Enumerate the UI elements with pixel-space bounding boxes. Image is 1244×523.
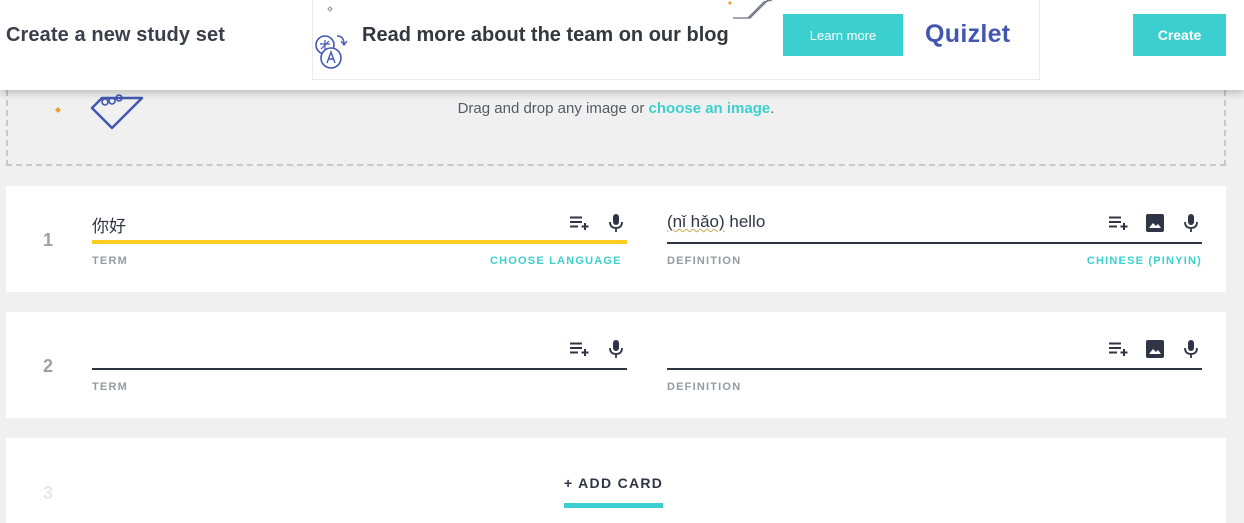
add-list-icon[interactable] bbox=[1108, 338, 1130, 360]
term-input[interactable] bbox=[92, 332, 627, 370]
card-number: 3 bbox=[43, 483, 54, 503]
definition-label: DEFINITION bbox=[667, 255, 742, 267]
microphone-icon[interactable] bbox=[605, 338, 627, 360]
create-button[interactable]: Create bbox=[1133, 14, 1226, 56]
drop-suffix: . bbox=[770, 100, 775, 117]
choose-image-link[interactable]: choose an image bbox=[649, 100, 771, 117]
banner-text: Read more about the team on our blog bbox=[362, 24, 729, 46]
page-title: Create a new study set bbox=[6, 24, 225, 46]
card-number: 1 bbox=[43, 230, 54, 250]
definition-text: hello bbox=[724, 212, 766, 231]
drop-text: Drag and drop any image or bbox=[457, 100, 645, 117]
definition-label: DEFINITION bbox=[667, 381, 742, 393]
drop-instructions: Drag and drop any image or choose an ima… bbox=[8, 100, 1224, 117]
microphone-icon[interactable] bbox=[1180, 212, 1202, 234]
image-icon[interactable] bbox=[1144, 212, 1166, 234]
translate-illustration-icon bbox=[315, 6, 348, 69]
add-list-icon[interactable] bbox=[569, 212, 591, 234]
definition-input[interactable] bbox=[667, 332, 1202, 370]
add-list-icon[interactable] bbox=[1108, 212, 1130, 234]
term-tools bbox=[569, 338, 627, 360]
learn-more-button[interactable]: Learn more bbox=[783, 14, 903, 56]
choose-language-link[interactable]: CHOOSE LANGUAGE bbox=[490, 255, 622, 267]
definition-value: (nǐ hǎo) hello bbox=[667, 212, 765, 232]
microphone-icon[interactable] bbox=[605, 212, 627, 234]
definition-tools bbox=[1108, 338, 1202, 360]
add-card-row: 3 + ADD CARD bbox=[6, 438, 1226, 523]
term-input[interactable]: 你好 bbox=[92, 206, 627, 244]
definition-input[interactable]: (nǐ hǎo) hello bbox=[667, 206, 1202, 244]
term-label: TERM bbox=[92, 255, 128, 267]
microphone-icon[interactable] bbox=[1180, 338, 1202, 360]
add-card-button[interactable]: + ADD CARD bbox=[564, 475, 664, 508]
term-tools bbox=[569, 212, 627, 234]
add-list-icon[interactable] bbox=[569, 338, 591, 360]
promo-banner: Read more about the team on our blog Lea… bbox=[312, 0, 1040, 80]
flashcard-2: 2 TERM DEFINITION bbox=[6, 312, 1226, 418]
definition-tools bbox=[1108, 212, 1202, 234]
definition-pinyin: (nǐ hǎo) bbox=[667, 212, 725, 231]
term-value: 你好 bbox=[92, 217, 126, 236]
term-label: TERM bbox=[92, 381, 128, 393]
card-number: 2 bbox=[43, 356, 54, 376]
quizlet-logo: Quizlet bbox=[925, 20, 1011, 48]
definition-language-link[interactable]: CHINESE (PINYIN) bbox=[1087, 255, 1202, 267]
flashcard-1: 1 你好 (nǐ hǎo) hello TERM CHOOSE LANGUAGE bbox=[6, 186, 1226, 292]
pen-icon bbox=[728, 0, 773, 19]
top-header: Create a new study set Read more about t… bbox=[0, 0, 1244, 90]
image-icon[interactable] bbox=[1144, 338, 1166, 360]
